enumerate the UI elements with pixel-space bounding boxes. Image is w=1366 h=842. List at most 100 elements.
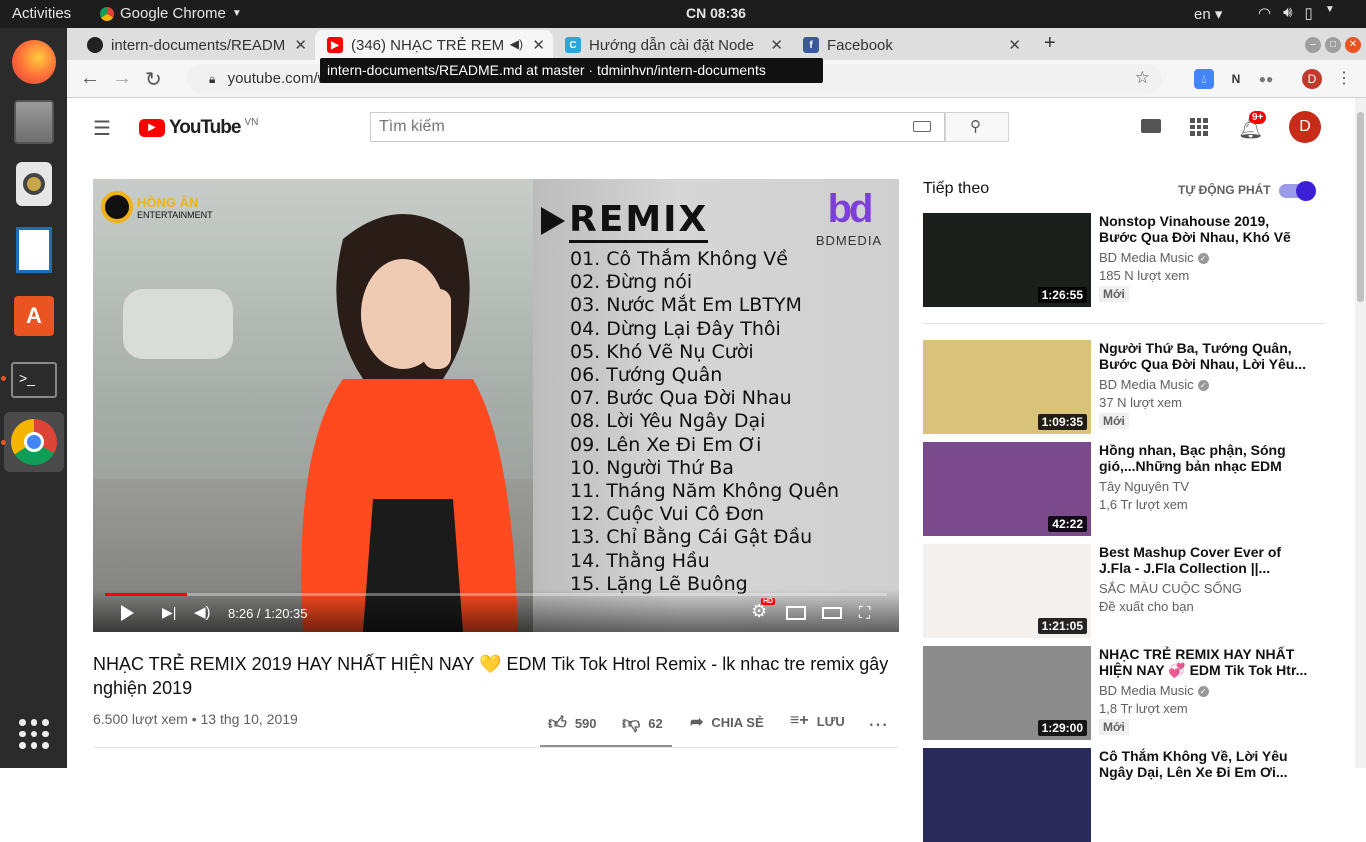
progress-bar[interactable] (105, 593, 887, 596)
view-count: 185 N lượt xem (1099, 268, 1190, 283)
video-thumbnail[interactable]: 42:22 (923, 442, 1091, 536)
share-button[interactable]: ➦ CHIA SẺ (690, 712, 764, 732)
recommended-video[interactable]: 1:26:55 Nonstop Vinahouse 2019, Bước Qua … (923, 213, 1328, 307)
duration-badge: 1:29:00 (1037, 720, 1087, 736)
software-launcher[interactable]: A (4, 286, 64, 346)
activities-button[interactable]: Activities (12, 5, 71, 22)
like-button[interactable]: 👍︎ 590 (548, 712, 597, 734)
hd-badge: HD (761, 598, 776, 605)
recommended-video[interactable]: 1:21:05 Best Mashup Cover Ever of J.Fla -… (923, 544, 1328, 638)
youtube-logo[interactable]: ▶ YouTube VN (139, 117, 258, 139)
autoplay-toggle[interactable] (1279, 181, 1316, 201)
create-video-icon[interactable] (1141, 119, 1161, 133)
play-icon[interactable] (121, 605, 134, 621)
volume-icon[interactable]: ◀) (194, 603, 211, 621)
channel-name[interactable]: Tây Nguyên TV (1099, 479, 1189, 494)
more-actions-icon[interactable]: ⋯ (868, 712, 888, 737)
tab-facebook[interactable]: f Facebook ✕ (791, 30, 1029, 60)
duration-badge: 1:26:55 (1037, 287, 1087, 303)
channel-label: BD Media Music (1099, 250, 1194, 265)
close-icon[interactable]: ✕ (770, 36, 783, 54)
reload-button[interactable]: ↻ (145, 67, 162, 92)
facebook-icon: f (803, 37, 819, 53)
app-menu[interactable]: Google Chrome ▼ (100, 5, 242, 22)
track-item: 12. Cuộc Vui Cô Đơn (570, 503, 765, 526)
track-item: 03. Nước Mắt Em LBTYM (570, 294, 802, 317)
recommended-video[interactable]: Cô Thắm Không Về, Lời Yêu Ngây Dại, Lên … (923, 748, 1328, 842)
video-meta: 6.500 lượt xem • 13 thg 10, 2019 (93, 711, 298, 727)
forward-button[interactable]: → (112, 67, 132, 90)
recommended-title[interactable]: Best Mashup Cover Ever of J.Fla - J.Fla … (1099, 544, 1309, 576)
next-icon[interactable]: ▶| (162, 604, 176, 621)
dislike-button[interactable]: 👎︎ 62 (622, 712, 663, 734)
video-player[interactable]: HỒNG ÂN ENTERTAINMENT REMIX bd BDMEDIA 0… (93, 179, 899, 632)
page-scrollbar[interactable] (1355, 98, 1366, 768)
video-thumbnail[interactable]: 1:26:55 (923, 213, 1091, 307)
tab-node-guide[interactable]: C Hướng dẫn cài đặt Node ✕ (553, 30, 791, 60)
tab-github[interactable]: intern-documents/READM ✕ (75, 30, 315, 60)
chrome-launcher[interactable] (4, 412, 64, 472)
hamburger-menu-icon[interactable]: ☰ (93, 116, 111, 141)
writer-launcher[interactable] (4, 220, 64, 280)
close-window-button[interactable]: ✕ (1345, 37, 1361, 53)
extension-n-icon[interactable]: N (1226, 69, 1246, 89)
show-applications-button[interactable] (4, 704, 64, 764)
keyboard-icon[interactable] (913, 121, 931, 132)
recommended-video[interactable]: 1:09:35 Người Thứ Ba, Tướng Quân, Bước Qu… (923, 340, 1328, 434)
app-menu-label: Google Chrome (120, 5, 226, 22)
like-count: 590 (574, 715, 597, 731)
star-icon[interactable]: ☆ (1135, 68, 1150, 88)
firefox-launcher[interactable] (4, 32, 64, 92)
track-item: 07. Bước Qua Đời Nhau (570, 387, 792, 410)
recommended-video[interactable]: 1:29:00 NHẠC TRẺ REMIX HAY NHẤT HIỆN NAY … (923, 646, 1328, 740)
account-avatar[interactable]: D (1289, 111, 1321, 143)
search-button[interactable]: ⚲ (945, 112, 1009, 142)
video-thumbnail[interactable]: 1:29:00 (923, 646, 1091, 740)
channel-name[interactable]: BD Media Music ✓ (1099, 377, 1209, 392)
speaker-icon[interactable]: ◀) (510, 37, 523, 51)
miniplayer-icon[interactable] (786, 606, 806, 620)
terminal-launcher[interactable]: >_ (4, 350, 64, 410)
brand-name: HỒNG ÂN (137, 194, 199, 210)
wifi-icon: ◠ (1258, 5, 1272, 22)
clock[interactable]: CN 08:36 (686, 5, 746, 21)
close-icon[interactable]: ✕ (294, 36, 307, 54)
video-thumbnail[interactable] (923, 748, 1091, 842)
tab-youtube[interactable]: ▶ (346) NHẠC TRẺ REMI ◀) ✕ (315, 30, 553, 60)
extension-dots-icon[interactable]: ●● (1256, 69, 1276, 89)
maximize-button[interactable]: □ (1325, 37, 1341, 53)
scrollbar-thumb[interactable] (1357, 112, 1364, 302)
new-tab-button[interactable]: + (1044, 32, 1056, 55)
search-input[interactable] (370, 112, 945, 142)
recommended-video[interactable]: 42:22 Hồng nhan, Bạc phận, Sóng gió,...Nh… (923, 442, 1328, 536)
recommended-title[interactable]: Cô Thắm Không Về, Lời Yêu Ngây Dại, Lên … (1099, 748, 1309, 780)
system-tray[interactable]: ◠ 🔊︎ ▯ ▼ (1258, 4, 1335, 22)
theater-mode-icon[interactable] (822, 607, 842, 619)
channel-name[interactable]: BD Media Music ✓ (1099, 250, 1209, 265)
track-item: 13. Chỉ Bằng Cái Gật Đầu (570, 526, 813, 549)
save-button[interactable]: ≡+ LƯU (790, 712, 845, 730)
menu-dots-icon[interactable]: ⋮ (1334, 69, 1354, 89)
extension-drop-icon[interactable]: 💧︎ (1194, 69, 1214, 89)
language-indicator[interactable]: en ▾ (1194, 5, 1222, 23)
recommended-title[interactable]: Nonstop Vinahouse 2019, Bước Qua Đời Nha… (1099, 213, 1309, 245)
recommended-title[interactable]: NHẠC TRẺ REMIX HAY NHẤT HIỆN NAY 💞 EDM T… (1099, 646, 1309, 678)
fullscreen-icon[interactable]: ⛶ (859, 605, 870, 623)
channel-name[interactable]: SẮC MÀU CUỘC SỐNG (1099, 581, 1242, 596)
minimize-button[interactable]: – (1305, 37, 1321, 53)
back-button[interactable]: ← (80, 67, 100, 90)
recommended-title[interactable]: Người Thứ Ba, Tướng Quân, Bước Qua Đời N… (1099, 340, 1309, 372)
apps-grid-icon[interactable] (1190, 118, 1208, 136)
channel-name[interactable]: BD Media Music ✓ (1099, 683, 1209, 698)
files-launcher[interactable] (4, 92, 64, 152)
video-thumbnail[interactable]: 1:09:35 (923, 340, 1091, 434)
recommended-title[interactable]: Hồng nhan, Bạc phận, Sóng gió,...Những b… (1099, 442, 1309, 474)
channel-label: Tây Nguyên TV (1099, 479, 1190, 494)
profile-avatar[interactable]: D (1302, 69, 1322, 89)
close-icon[interactable]: ✕ (1008, 36, 1021, 54)
rhythmbox-launcher[interactable] (4, 154, 64, 214)
video-thumbnail[interactable]: 1:21:05 (923, 544, 1091, 638)
channel-label: SẮC MÀU CUỘC SỐNG (1099, 581, 1243, 596)
close-icon[interactable]: ✕ (532, 36, 545, 54)
thumbs-up-icon: 👍︎ (548, 713, 567, 733)
